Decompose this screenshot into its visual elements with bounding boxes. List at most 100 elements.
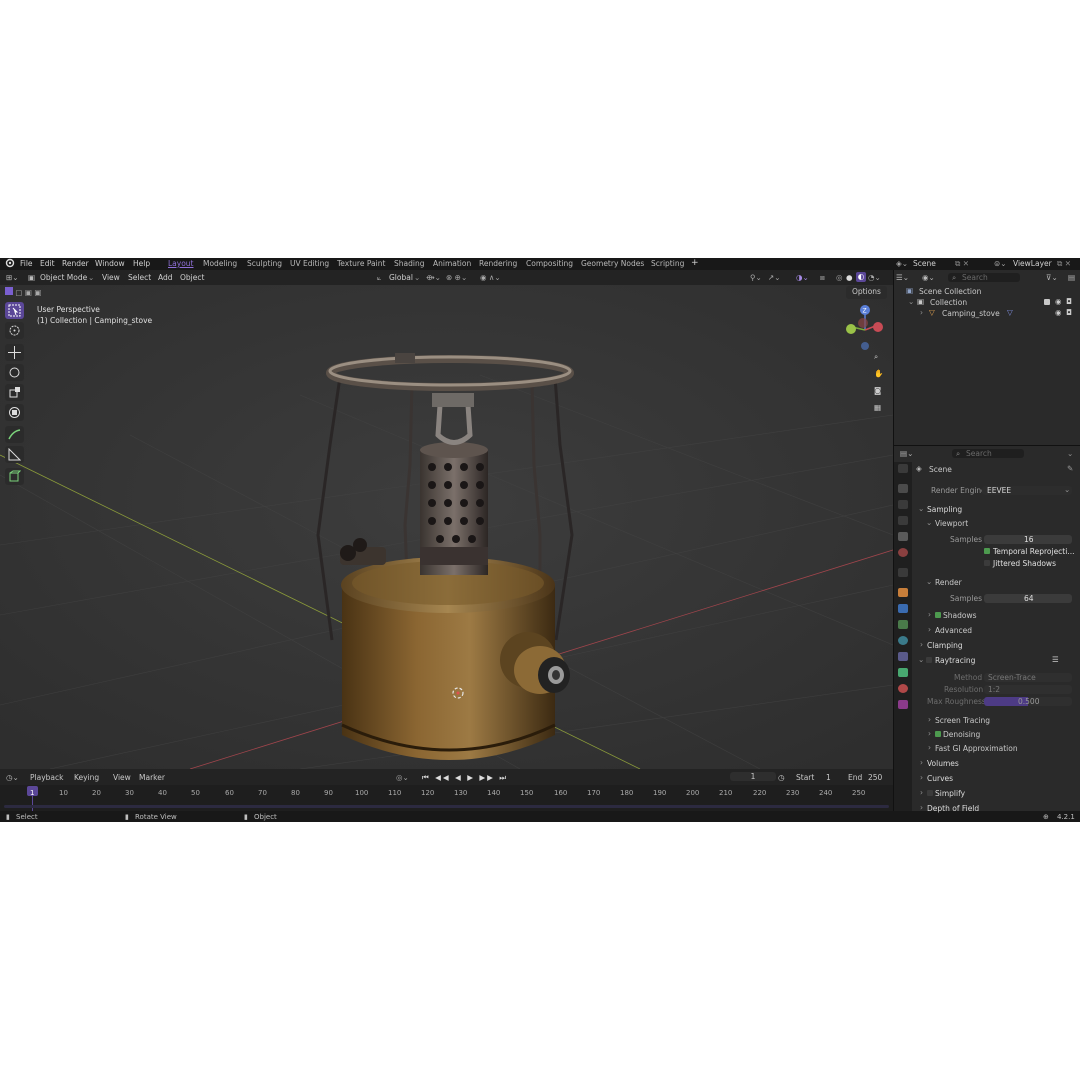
sampling-panel-header[interactable]: Sampling [927,505,962,514]
particles-tab-icon[interactable] [898,620,908,629]
viewport-subpanel-header[interactable]: Viewport [935,519,968,528]
gizmo-toggle-icon[interactable]: ↗⌄ [768,273,781,282]
jittered-shadows-checkbox[interactable] [984,560,990,566]
select-mode-icons[interactable]: ▢ ▣ ▣ [5,287,41,297]
denoising-checkbox[interactable] [935,731,941,737]
3d-viewport[interactable]: Z User Perspective (1) Collection | Camp… [0,285,893,769]
chevron-right-icon[interactable]: › [928,729,931,738]
chevron-right-icon[interactable]: › [920,788,923,797]
scene-selector-icon[interactable]: ◈⌄ [896,259,908,268]
chevron-right-icon[interactable]: › [928,715,931,724]
shadows-subpanel-header[interactable]: Shadows [943,611,977,620]
tab-uv-editing[interactable]: UV Editing [290,259,329,268]
constraints-tab-icon[interactable] [898,652,908,661]
material-tab-icon[interactable] [898,684,908,693]
playback-controls[interactable]: ⏮ ◀◀ ◀ ▶ ▶▶ ⏭ [422,773,508,783]
options-button[interactable]: Options [846,286,887,299]
viewlayer-name[interactable]: ViewLayer [1013,259,1052,268]
filter-icon[interactable]: ⊽⌄ [1046,273,1058,282]
display-mode-icon[interactable]: ◉⌄ [922,273,935,282]
start-field[interactable]: 1 [826,773,831,782]
simplify-panel-header[interactable]: Simplify [935,789,965,798]
annotate-tool[interactable] [5,426,24,443]
new-collection-icon[interactable]: ▤ [1068,273,1075,282]
menu-window[interactable]: Window [95,259,125,268]
pivot-icon[interactable]: ⟴⌄ [426,273,441,282]
eye-icon[interactable]: ◉ [1055,297,1062,306]
simplify-checkbox[interactable] [927,790,933,796]
chevron-down-icon[interactable]: ⌄ [918,504,924,513]
tab-shading[interactable]: Shading [394,259,424,268]
rotate-tool[interactable] [5,364,24,381]
chevron-right-icon[interactable]: › [928,743,931,752]
tab-rendering[interactable]: Rendering [479,259,517,268]
tab-compositing[interactable]: Compositing [526,259,573,268]
chevron-right-icon[interactable]: › [920,773,923,782]
tab-layout[interactable]: Layout [168,259,194,268]
tab-texture-paint[interactable]: Texture Paint [337,259,385,268]
pin-icon[interactable]: ✎ [1067,464,1073,473]
chevron-right-icon[interactable]: › [920,803,923,812]
menu-add[interactable]: Add [158,273,173,282]
orientation-dropdown[interactable]: Global [389,273,413,282]
scale-tool[interactable] [5,384,24,401]
ortho-grid-icon[interactable]: ▦ [874,403,888,416]
volumes-panel-header[interactable]: Volumes [927,759,959,768]
shading-solid-icon[interactable]: ● [846,273,853,282]
scene-collection-item[interactable]: Scene Collection [919,287,981,296]
menu-edit[interactable]: Edit [40,259,55,268]
add-workspace-button[interactable]: + [691,258,699,268]
shadows-checkbox[interactable] [935,612,941,618]
clamping-panel-header[interactable]: Clamping [927,641,963,650]
end-field[interactable]: 250 [868,773,882,782]
menu-playback[interactable]: Playback [30,773,63,782]
menu-timeline-view[interactable]: View [113,773,131,782]
snap-icon[interactable]: ⊗ ⊕⌄ [446,273,467,282]
cursor-tool[interactable] [5,322,24,339]
object-type-visibility-icon[interactable]: ⚲⌄ [750,273,762,282]
max-roughness-slider[interactable]: 0.500 [984,697,1072,706]
world-tab-icon[interactable] [898,548,908,557]
properties-search-input[interactable]: ⌕ Search [952,449,1024,458]
properties-editor-icon[interactable]: ▤⌄ [900,449,913,458]
render-subpanel-header[interactable]: Render [935,578,962,587]
render-engine-dropdown[interactable]: EEVEE ⌄ [982,485,1072,495]
area-divider[interactable] [894,445,1080,446]
chevron-right-icon[interactable]: › [920,758,923,767]
fast-gi-subpanel-header[interactable]: Fast GI Approximation [935,744,1018,753]
tab-scripting[interactable]: Scripting [651,259,684,268]
collection-item[interactable]: Collection [930,298,967,307]
menu-select[interactable]: Select [128,273,151,282]
transform-tool[interactable] [5,404,24,421]
camera-icon[interactable]: ◘ [1066,297,1072,306]
chevron-right-icon[interactable]: › [920,308,923,317]
chevron-down-icon[interactable]: ⌄ [918,655,924,664]
outliner-search-input[interactable]: ⌕ Search [948,273,1020,282]
menu-render[interactable]: Render [62,259,89,268]
chevron-down-icon[interactable]: ⌄ [908,297,914,306]
tab-animation[interactable]: Animation [433,259,471,268]
object-item[interactable]: Camping_stove [942,309,1000,318]
shading-rendered-icon[interactable]: ◔⌄ [868,273,881,282]
curves-panel-header[interactable]: Curves [927,774,953,783]
chevron-right-icon[interactable]: › [920,640,923,649]
chevron-down-icon[interactable]: ⌄ [926,518,932,527]
eye-icon[interactable]: ◉ [1055,308,1062,317]
chevron-down-icon[interactable]: ⌄ [1067,449,1073,458]
zoom-icon[interactable]: ⌕ [874,352,888,365]
raytracing-panel-header[interactable]: Raytracing [935,656,975,665]
texture-tab-icon[interactable] [898,700,908,709]
advanced-subpanel-header[interactable]: Advanced [935,626,972,635]
measure-tool[interactable] [5,446,24,463]
view-layer-tab-icon[interactable] [898,516,908,525]
object-tab-icon[interactable] [898,588,908,597]
modifier-tab-icon[interactable] [898,604,908,613]
outliner-editor-icon[interactable]: ☰⌄ [896,273,909,282]
pan-hand-icon[interactable]: ✋ [874,369,888,382]
chevron-right-icon[interactable]: › [928,610,931,619]
select-box-tool[interactable] [5,302,24,319]
tab-geometry-nodes[interactable]: Geometry Nodes [581,259,644,268]
physics-tab-icon[interactable] [898,636,908,645]
render-samples-field[interactable]: 64 [984,594,1072,603]
viewlayer-actions-icon[interactable]: ⧉ ✕ [1057,259,1071,269]
